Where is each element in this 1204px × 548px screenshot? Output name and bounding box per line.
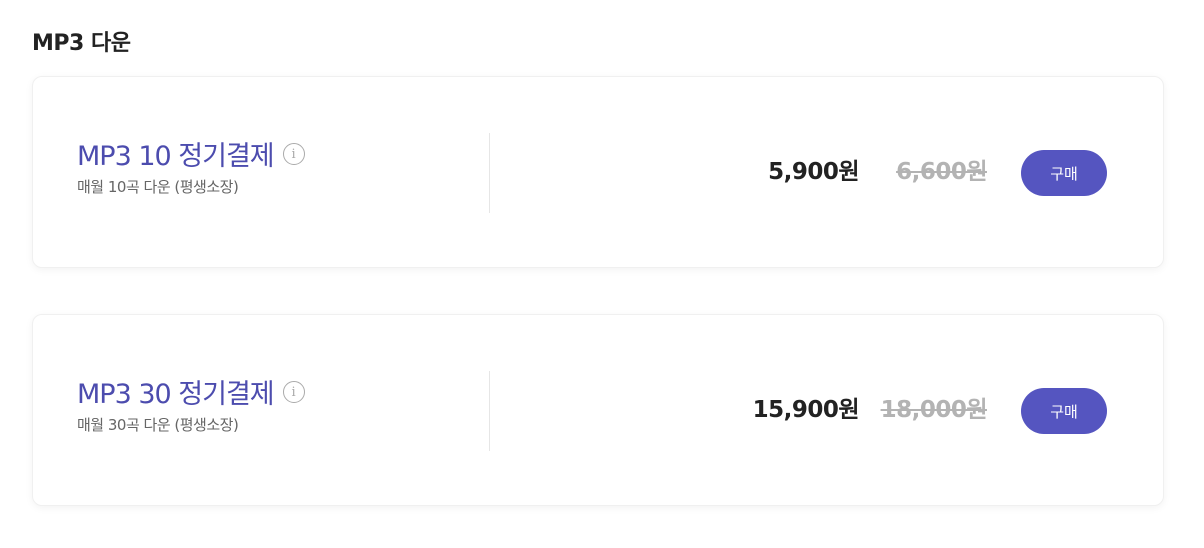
original-price: 6,600원: [896, 159, 987, 185]
buy-button[interactable]: 구매: [1021, 388, 1107, 434]
plan-title: MP3 30 정기결제: [77, 379, 275, 410]
section-title: MP3 다운: [32, 31, 131, 56]
plan-card: MP3 10 정기결제 i 매월 10곡 다운 (평생소장) 5,900원 6,…: [32, 76, 1164, 268]
plan-subtitle: 매월 10곡 다운 (평생소장): [77, 178, 239, 196]
plan-title-row: MP3 30 정기결제 i: [77, 377, 305, 413]
plan-card: MP3 30 정기결제 i 매월 30곡 다운 (평생소장) 15,900원 1…: [32, 314, 1164, 506]
buy-button[interactable]: 구매: [1021, 150, 1107, 196]
plan-title: MP3 10 정기결제: [77, 141, 275, 172]
plan-info: MP3 30 정기결제 i 매월 30곡 다운 (평생소장): [77, 377, 305, 435]
sale-price: 15,900원: [752, 397, 860, 423]
info-icon[interactable]: i: [282, 381, 305, 403]
info-icon[interactable]: i: [282, 143, 305, 165]
original-price: 18,000원: [880, 397, 988, 423]
page: MP3 다운 MP3 10 정기결제 i 매월 10곡 다운 (평생소장) 5,…: [0, 0, 1204, 548]
plan-info: MP3 10 정기결제 i 매월 10곡 다운 (평생소장): [77, 139, 305, 197]
plan-subtitle: 매월 30곡 다운 (평생소장): [77, 416, 239, 434]
sale-price: 5,900원: [768, 159, 859, 185]
divider: [489, 371, 490, 451]
plan-title-row: MP3 10 정기결제 i: [77, 139, 305, 175]
divider: [489, 133, 490, 213]
